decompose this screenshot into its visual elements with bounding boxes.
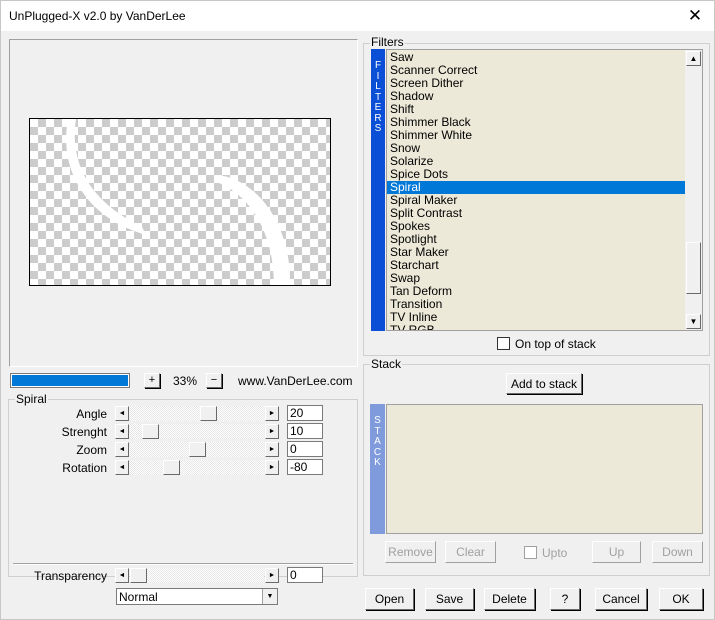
spiral-group-label: Spiral xyxy=(15,392,48,406)
save-button[interactable]: Save xyxy=(425,588,474,610)
upto-label: Upto xyxy=(542,546,568,560)
stack-group-label: Stack xyxy=(370,357,403,371)
arrow-left-icon[interactable]: ◄ xyxy=(115,424,129,439)
progress-fill xyxy=(12,375,128,386)
filter-list-item[interactable]: Shadow xyxy=(387,90,685,103)
upto-checkbox[interactable] xyxy=(524,546,537,559)
filter-list-item[interactable]: Starchart xyxy=(387,259,685,272)
filters-tab: F I L T E R S xyxy=(371,49,385,331)
param-label: Angle xyxy=(76,407,107,421)
stack-tab: S T A C K xyxy=(370,404,385,534)
param-input[interactable]: 10 xyxy=(287,423,323,439)
param-slider[interactable]: ◄ ► xyxy=(115,423,279,439)
spiral-preview-graphic xyxy=(66,119,290,285)
zoom-level: 33% xyxy=(173,374,198,388)
add-to-stack-button[interactable]: Add to stack xyxy=(506,373,582,394)
scroll-up-icon[interactable]: ▲ xyxy=(686,51,701,66)
zoom-in-button[interactable]: + xyxy=(144,373,160,388)
slider-thumb[interactable] xyxy=(163,460,180,475)
window-title: UnPlugged-X v2.0 by VanDerLee xyxy=(9,9,186,23)
chevron-down-icon[interactable]: ▼ xyxy=(262,589,277,604)
help-button[interactable]: ? xyxy=(550,588,580,610)
filters-tab-label: F I L T E R S xyxy=(374,60,382,134)
param-slider[interactable]: ◄ ► xyxy=(115,459,279,475)
param-label: Rotation xyxy=(62,461,107,475)
slider-thumb[interactable] xyxy=(200,406,217,421)
slider-track[interactable] xyxy=(130,442,264,457)
preview-image[interactable] xyxy=(29,118,331,286)
slider-thumb[interactable] xyxy=(130,568,147,583)
delete-button[interactable]: Delete xyxy=(484,588,535,610)
clear-button[interactable]: Clear xyxy=(445,541,496,563)
up-button[interactable]: Up xyxy=(592,541,641,563)
param-input[interactable]: 0 xyxy=(287,441,323,457)
filter-list-item[interactable]: Split Contrast xyxy=(387,207,685,220)
arrow-left-icon[interactable]: ◄ xyxy=(115,568,129,583)
progress-bar xyxy=(10,373,130,388)
website-link[interactable]: www.VanDerLee.com xyxy=(238,374,353,388)
filter-list-item[interactable]: TV RGB xyxy=(387,324,685,331)
param-input[interactable]: 20 xyxy=(287,405,323,421)
filter-list-item[interactable]: Shimmer White xyxy=(387,129,685,142)
slider-track[interactable] xyxy=(130,568,264,583)
arrow-left-icon[interactable]: ◄ xyxy=(115,460,129,475)
zoom-out-button[interactable]: − xyxy=(206,373,222,388)
down-button[interactable]: Down xyxy=(652,541,703,563)
slider-track[interactable] xyxy=(130,424,264,439)
blend-mode-value: Normal xyxy=(119,590,158,604)
slider-thumb[interactable] xyxy=(189,442,206,457)
open-button[interactable]: Open xyxy=(365,588,414,610)
scrollbar-thumb[interactable] xyxy=(686,242,701,294)
arrow-left-icon[interactable]: ◄ xyxy=(115,442,129,457)
divider xyxy=(13,563,353,565)
scroll-down-icon[interactable]: ▼ xyxy=(686,314,701,329)
title-bar: UnPlugged-X v2.0 by VanDerLee ✕ xyxy=(1,1,714,31)
on-top-of-stack-label: On top of stack xyxy=(515,337,596,351)
remove-button[interactable]: Remove xyxy=(385,541,436,563)
filter-list[interactable]: Saw Scanner Correct Screen Dither Shadow Shi… xyxy=(386,49,703,331)
slider-track[interactable] xyxy=(130,460,264,475)
filter-list-item[interactable]: Spice Dots xyxy=(387,168,685,181)
transparency-input[interactable]: 0 xyxy=(287,567,323,583)
cancel-button[interactable]: Cancel xyxy=(595,588,647,610)
plugin-dialog: UnPlugged-X v2.0 by VanDerLee ✕ + 33% − … xyxy=(0,0,715,620)
param-slider[interactable]: ◄ ► xyxy=(115,441,279,457)
close-icon[interactable]: ✕ xyxy=(682,4,708,28)
param-slider[interactable]: ◄ ► xyxy=(115,405,279,421)
arrow-right-icon[interactable]: ► xyxy=(265,424,279,439)
stack-list[interactable] xyxy=(386,404,703,534)
blend-mode-select[interactable]: Normal ▼ xyxy=(116,588,278,605)
arrow-right-icon[interactable]: ► xyxy=(265,406,279,421)
param-label: Strenght xyxy=(61,425,107,439)
slider-thumb[interactable] xyxy=(142,424,159,439)
transparency-label: Transparency xyxy=(34,569,107,583)
on-top-of-stack-checkbox[interactable] xyxy=(497,337,510,350)
arrow-right-icon[interactable]: ► xyxy=(265,442,279,457)
filters-group-label: Filters xyxy=(370,35,405,49)
ok-button[interactable]: OK xyxy=(659,588,703,610)
slider-track[interactable] xyxy=(130,406,264,421)
filter-list-scrollbar[interactable]: ▲ ▼ xyxy=(685,50,702,330)
stack-tab-label: S T A C K xyxy=(373,415,382,468)
param-label: Zoom xyxy=(76,443,107,457)
param-input[interactable]: -80 xyxy=(287,459,323,475)
transparency-slider[interactable]: ◄ ► xyxy=(115,567,279,583)
arrow-right-icon[interactable]: ► xyxy=(265,460,279,475)
arrow-right-icon[interactable]: ► xyxy=(265,568,279,583)
arrow-left-icon[interactable]: ◄ xyxy=(115,406,129,421)
